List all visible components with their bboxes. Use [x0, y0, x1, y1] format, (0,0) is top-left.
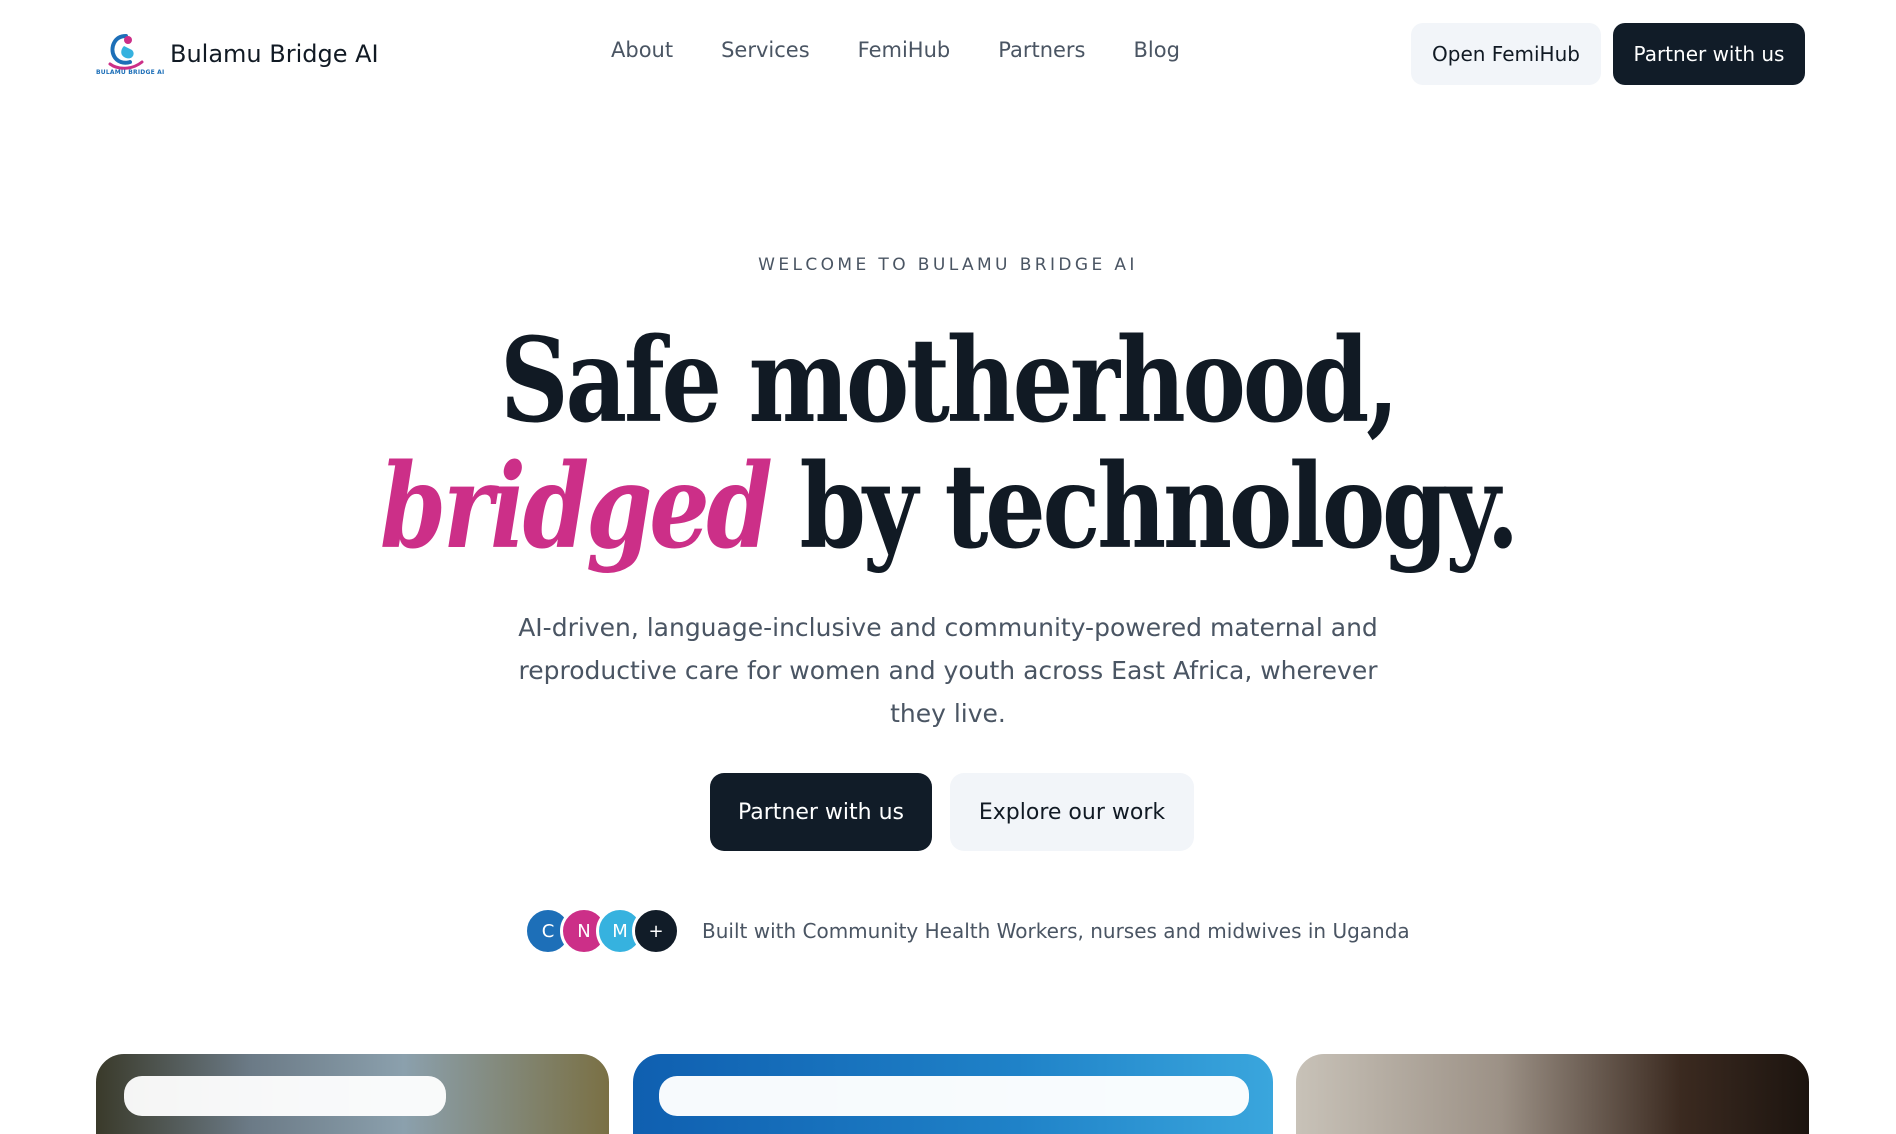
- top-navigation: BULAMU BRIDGE AI Bulamu Bridge AI About …: [0, 0, 1896, 108]
- headline-line-1: Safe motherhood,: [500, 313, 1399, 449]
- card-overlay: [659, 1076, 1249, 1116]
- nav-partner-button[interactable]: Partner with us: [1613, 23, 1805, 85]
- nav-link-blog[interactable]: Blog: [1134, 38, 1180, 62]
- feature-card-highlight[interactable]: [633, 1054, 1273, 1134]
- explore-work-button[interactable]: Explore our work: [950, 773, 1194, 851]
- nav-link-about[interactable]: About: [611, 38, 673, 62]
- open-femihub-button[interactable]: Open FemiHub: [1411, 23, 1601, 85]
- hero-partner-button[interactable]: Partner with us: [710, 773, 932, 851]
- brand[interactable]: BULAMU BRIDGE AI Bulamu Bridge AI: [96, 30, 379, 78]
- hero-headline: Safe motherhood, bridged by technology.: [171, 318, 1726, 570]
- hero-subtext: AI-driven, language-inclusive and commun…: [518, 613, 1378, 728]
- feature-card-photo-1[interactable]: [96, 1054, 609, 1134]
- avatar: +: [632, 907, 680, 955]
- brand-name: Bulamu Bridge AI: [170, 40, 379, 68]
- trust-text: Built with Community Health Workers, nur…: [702, 919, 1410, 943]
- mother-and-child-logo-icon: BULAMU BRIDGE AI: [96, 30, 165, 78]
- trust-row: C N M + Built with Community Health Work…: [524, 907, 1410, 955]
- avatar-stack: C N M +: [524, 907, 680, 955]
- nav-links: About Services FemiHub Partners Blog: [611, 38, 1180, 62]
- feature-card-photo-2[interactable]: [1296, 1054, 1809, 1134]
- nav-link-femihub[interactable]: FemiHub: [858, 38, 951, 62]
- headline-line-2: bridged by technology.: [171, 444, 1726, 570]
- nav-link-partners[interactable]: Partners: [998, 38, 1085, 62]
- logo-text: BULAMU BRIDGE AI: [96, 69, 165, 76]
- headline-accent: bridged: [379, 439, 773, 575]
- hero-eyebrow: WELCOME TO BULAMU BRIDGE AI: [758, 255, 1138, 275]
- card-overlay: [124, 1076, 446, 1116]
- headline-line-2-rest: by technology.: [769, 439, 1519, 575]
- nav-link-services[interactable]: Services: [721, 38, 810, 62]
